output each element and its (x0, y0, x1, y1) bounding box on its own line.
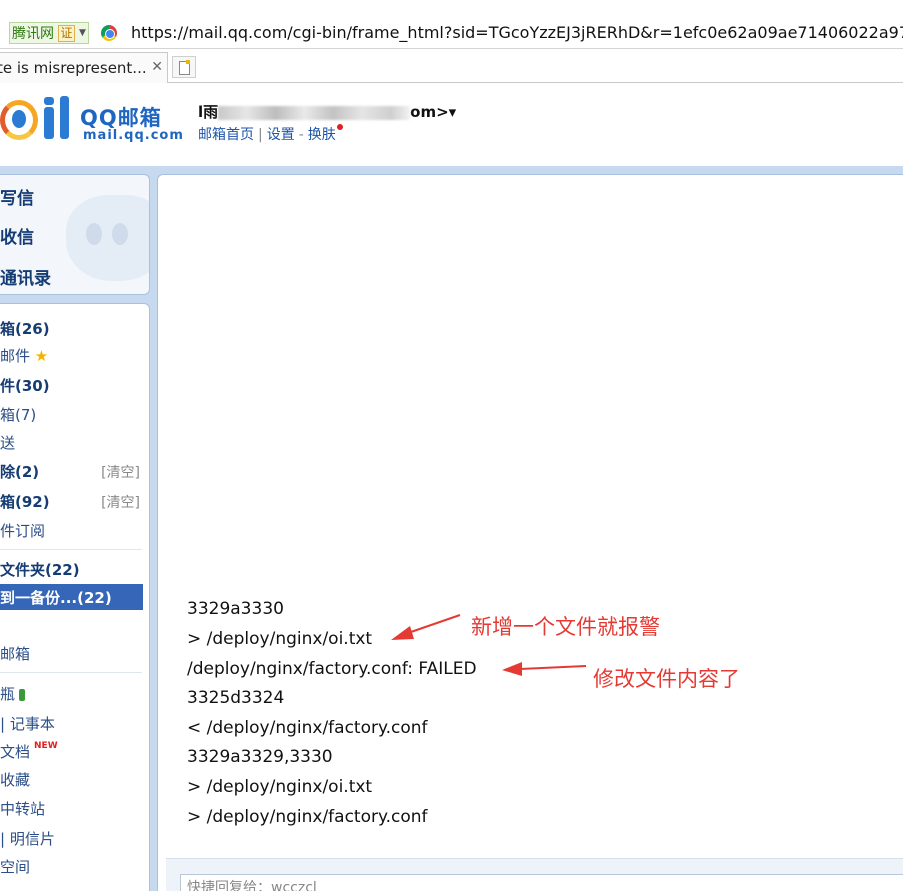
inbox-check-link[interactable]: 收信 (0, 223, 34, 248)
folder-list: 箱(26) 邮件 ★ 件(30) 箱(7) 送 除(2) [清空] 箱(92) … (0, 303, 150, 891)
contacts-link[interactable]: 通讯录 (0, 264, 51, 289)
message-body: 3329a3330 > /deploy/nginx/oi.txt /deploy… (157, 174, 903, 891)
notepad-link[interactable]: | 记事本 (0, 713, 55, 734)
empty-spam-button[interactable]: [清空] (101, 492, 140, 512)
folder-sent[interactable]: 送 (0, 432, 15, 453)
sidebar-actions: 写信 收信 通讯录 (0, 174, 150, 295)
folder-starred[interactable]: 邮件 ★ (0, 345, 48, 366)
arrow-icon (391, 614, 461, 640)
favorites-link[interactable]: 收藏 (0, 769, 30, 790)
bottle-icon (19, 688, 26, 701)
divider (0, 672, 142, 673)
certificate-icon[interactable]: 证 (58, 24, 75, 42)
tab-title: te is misrepresent... (0, 59, 147, 77)
chevron-down-icon[interactable]: ▼ (79, 28, 86, 38)
divider (0, 549, 142, 550)
settings-link[interactable]: 设置 (267, 127, 295, 143)
folder-other-mailbox[interactable]: 邮箱 (0, 643, 30, 664)
folder-inbox[interactable]: 箱(26) (0, 318, 50, 339)
folder-group-mail[interactable]: 件(30) (0, 375, 50, 396)
url-field[interactable]: https://mail.qq.com/cgi-bin/frame_html?s… (131, 23, 903, 42)
documents-link[interactable]: 文档 NEW (0, 741, 58, 762)
home-link[interactable]: 邮箱首页 (198, 127, 254, 143)
user-name-suffix: om> (410, 103, 449, 121)
user-name-prefix: l雨 (198, 103, 219, 121)
chevron-down-icon[interactable]: ▾ (449, 103, 457, 121)
compose-link[interactable]: 写信 (0, 184, 34, 209)
penguin-watermark-icon (66, 195, 149, 281)
skin-link[interactable]: 换肤 (308, 127, 336, 143)
folder-spam[interactable]: 箱(92) (0, 491, 50, 512)
site-badge-label: 腾讯网 (12, 26, 54, 42)
mail-header: QQ邮箱 mail.qq.com l雨 om>▾ 邮箱首页 | 设置 - 换肤 (0, 84, 903, 166)
brand-domain: mail.qq.com (83, 128, 184, 143)
quick-reply-input[interactable]: 快捷回复给：wcczcl (180, 874, 903, 891)
folder-my-folders[interactable]: 文件夹(22) (0, 559, 80, 580)
link-separator: | (258, 127, 263, 143)
folder-label: 瓶 (0, 685, 16, 703)
folder-label: 文档 (0, 743, 31, 761)
new-tab-button[interactable] (172, 56, 196, 78)
close-tab-icon[interactable]: ✕ (151, 59, 163, 75)
logo-letter-i (44, 97, 54, 139)
arrow-icon (502, 662, 587, 676)
qzone-link[interactable]: 空间 (0, 856, 30, 877)
folder-label: 邮件 (0, 347, 31, 365)
empty-deleted-button[interactable]: [清空] (101, 462, 140, 482)
folder-subscriptions[interactable]: 件订阅 (0, 520, 45, 541)
folder-drafts[interactable]: 箱(7) (0, 404, 36, 425)
redacted-email (218, 105, 411, 120)
site-badge[interactable]: 腾讯网 证 ▼ (9, 22, 89, 44)
annotation-new-file: 新增一个文件就报警 (471, 615, 660, 639)
annotation-modified-content: 修改文件内容了 (593, 667, 740, 691)
folder-deleted[interactable]: 除(2) (0, 461, 39, 482)
folder-label: 到一备份...(22) (0, 589, 112, 607)
link-separator: - (298, 127, 304, 143)
new-badge: NEW (34, 741, 58, 751)
file-transfer-link[interactable]: 中转站 (0, 798, 45, 819)
browser-engine-icon (101, 25, 117, 41)
drift-bottle-link[interactable]: 瓶 (0, 683, 26, 704)
tab-bar: te is misrepresent... ✕ (0, 50, 903, 83)
address-bar: ) 腾讯网 证 ▼ https://mail.qq.com/cgi-bin/fr… (0, 17, 903, 49)
user-account-menu[interactable]: l雨 om>▾ (198, 101, 456, 122)
star-icon: ★ (34, 347, 49, 365)
notification-dot (336, 124, 343, 130)
postcard-link[interactable]: | 明信片 (0, 828, 55, 849)
header-links: 邮箱首页 | 设置 - 换肤 (198, 124, 343, 144)
folder-backup-selected[interactable]: 到一备份...(22) (0, 584, 143, 610)
qq-logo-icon[interactable] (0, 100, 38, 140)
tab-active[interactable]: te is misrepresent... ✕ (0, 52, 168, 83)
browser-window: ) 腾讯网 证 ▼ https://mail.qq.com/cgi-bin/fr… (0, 0, 903, 891)
logo-letter-l (60, 96, 69, 139)
annotation-arrows (391, 614, 587, 676)
quick-reply-bar: 快捷回复给：wcczcl (166, 858, 903, 891)
